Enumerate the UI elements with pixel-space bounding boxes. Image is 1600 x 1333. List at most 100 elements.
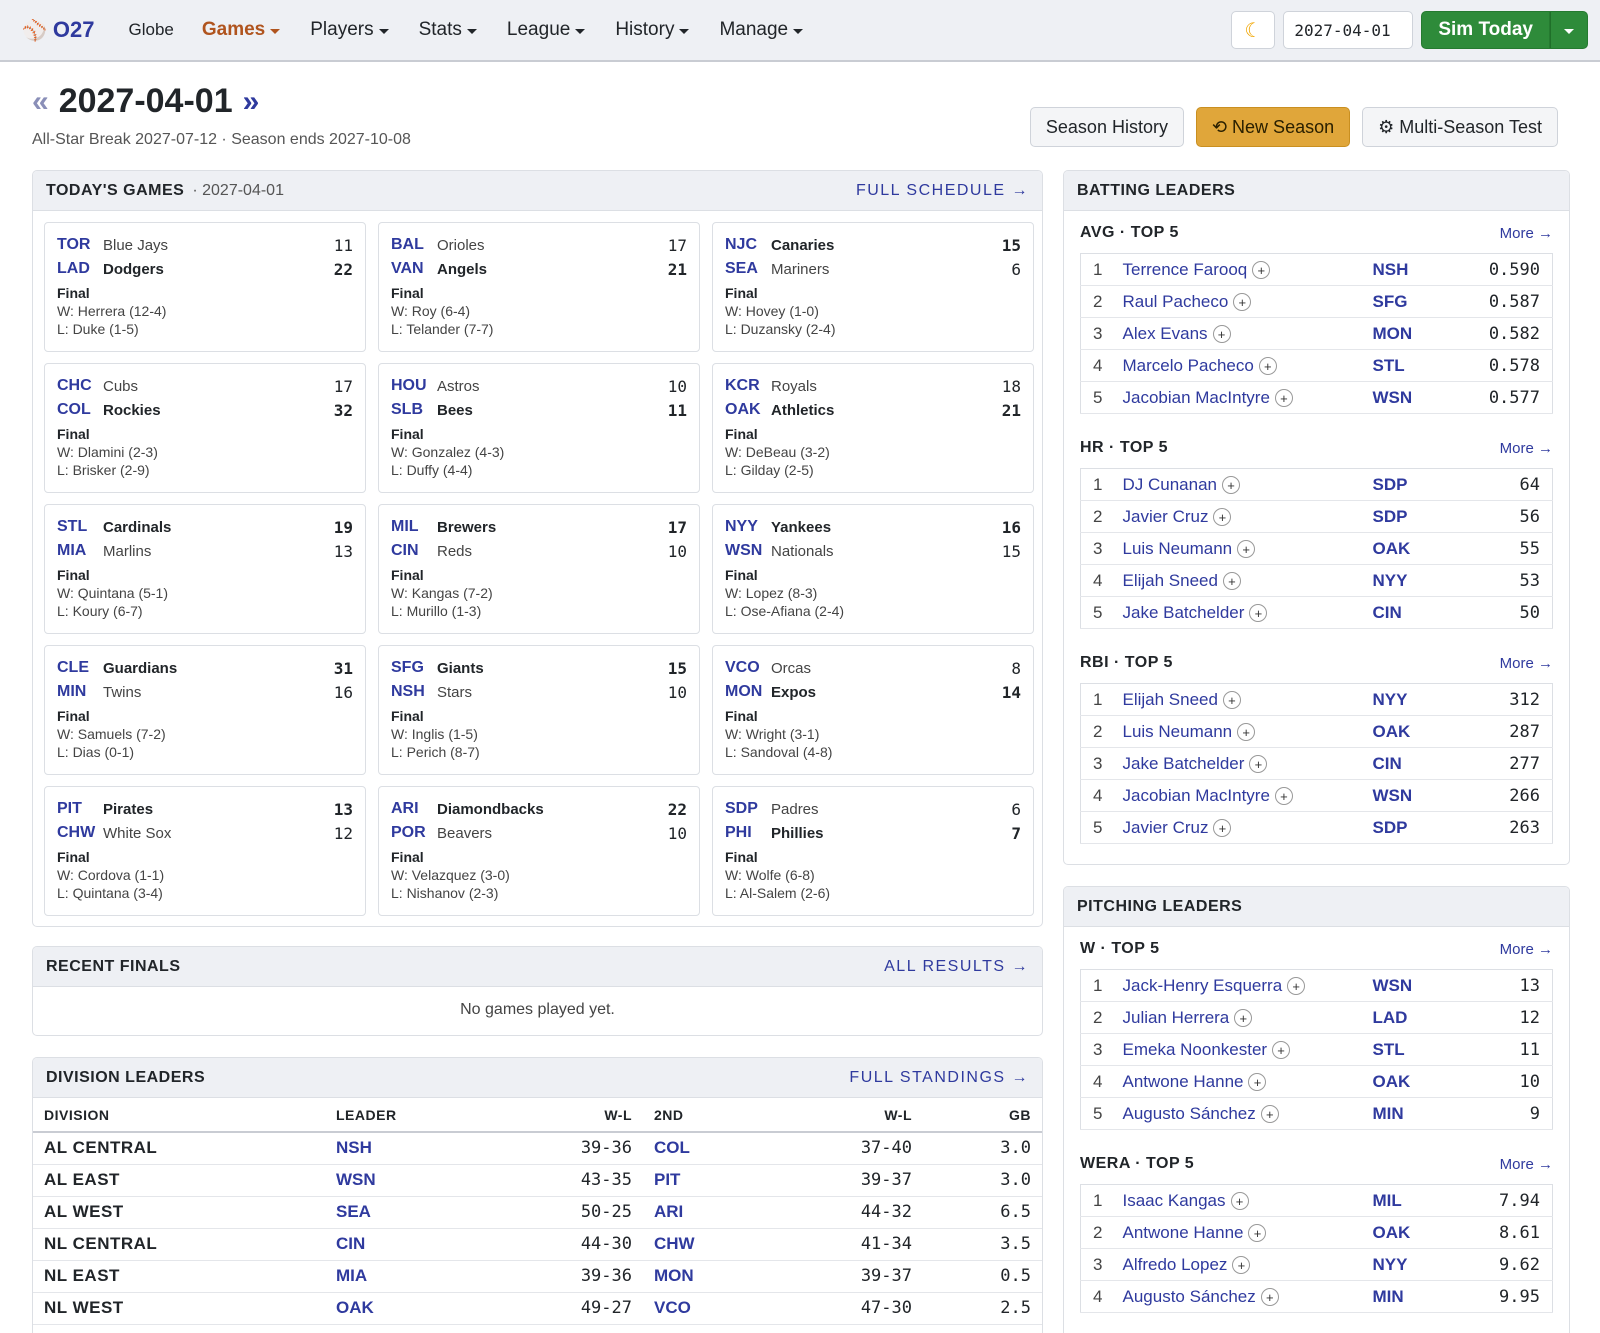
game-card[interactable]: SFG Giants 15 NSH Stars 10 Final W: Inglis (1-5…: [378, 645, 700, 775]
add-player-icon[interactable]: +: [1248, 1073, 1267, 1092]
more-link[interactable]: More →: [1500, 655, 1553, 672]
player-link[interactable]: Alex Evans: [1123, 324, 1208, 343]
more-link[interactable]: More →: [1500, 225, 1553, 242]
team-abbr-link[interactable]: NYY: [725, 518, 771, 536]
leader-team-link[interactable]: NSH: [325, 1132, 465, 1165]
sim-date-input[interactable]: 2027-04-01: [1283, 11, 1414, 49]
player-team-link[interactable]: WSN: [1372, 381, 1463, 414]
player-team-link[interactable]: SDP: [1372, 811, 1463, 844]
game-card[interactable]: NJC Canaries 15 SEA Mariners 6 Final W: Hovey (…: [712, 222, 1034, 352]
player-link[interactable]: Elijah Sneed: [1123, 571, 1218, 590]
player-team-link[interactable]: SDP: [1372, 468, 1463, 501]
player-link[interactable]: Emeka Noonkester: [1123, 1040, 1268, 1059]
team-abbr-link[interactable]: COL: [57, 401, 103, 419]
team-abbr-link[interactable]: SEA: [725, 260, 771, 278]
team-abbr-link[interactable]: BAL: [391, 236, 437, 254]
add-player-icon[interactable]: +: [1248, 1224, 1267, 1243]
team-abbr-link[interactable]: OAK: [725, 401, 771, 419]
player-link[interactable]: Javier Cruz: [1123, 818, 1209, 837]
add-player-icon[interactable]: +: [1222, 572, 1241, 591]
more-link[interactable]: More →: [1500, 941, 1553, 958]
game-card[interactable]: HOU Astros 10 SLB Bees 11 Final W: Gonzalez (4-…: [378, 363, 700, 493]
more-link[interactable]: More →: [1500, 440, 1553, 457]
player-link[interactable]: Jake Batchelder: [1123, 603, 1245, 622]
player-link[interactable]: Alfredo Lopez: [1123, 1255, 1228, 1274]
player-link[interactable]: Terrence Farooq: [1123, 260, 1248, 279]
all-results-link[interactable]: ALL RESULTS →: [884, 958, 1029, 976]
game-card[interactable]: NYY Yankees 16 WSN Nationals 15 Final W: Lopez …: [712, 504, 1034, 634]
leader-team-link[interactable]: WSN: [325, 1164, 465, 1197]
team-abbr-link[interactable]: HOU: [391, 377, 437, 395]
player-team-link[interactable]: MIN: [1372, 1097, 1463, 1130]
team-abbr-link[interactable]: LAD: [57, 260, 103, 278]
second-team-link[interactable]: PIT: [643, 1164, 793, 1197]
player-link[interactable]: Marcelo Pacheco: [1123, 356, 1254, 375]
player-team-link[interactable]: LAD: [1372, 1001, 1463, 1034]
game-card[interactable]: STL Cardinals 19 MIA Marlins 13 Final W: Quinta…: [44, 504, 366, 634]
sim-today-button[interactable]: Sim Today: [1421, 11, 1550, 49]
player-team-link[interactable]: STL: [1372, 349, 1463, 382]
prev-day-link[interactable]: «: [32, 85, 49, 119]
game-card[interactable]: BAL Orioles 17 VAN Angels 21 Final W: Roy (6-4)…: [378, 222, 700, 352]
game-card[interactable]: ARI Diamondbacks 22 POR Beavers 10 Final W: Vel…: [378, 786, 700, 916]
player-team-link[interactable]: WSN: [1372, 969, 1463, 1002]
player-team-link[interactable]: CIN: [1372, 596, 1463, 629]
player-link[interactable]: Antwone Hanne: [1123, 1223, 1244, 1242]
add-player-icon[interactable]: +: [1230, 1192, 1249, 1211]
nav-item-players[interactable]: Players: [310, 19, 389, 41]
add-player-icon[interactable]: +: [1213, 508, 1232, 527]
player-team-link[interactable]: OAK: [1372, 1216, 1463, 1249]
second-team-link[interactable]: CHW: [643, 1228, 793, 1261]
brand-link[interactable]: ⚾ O27: [22, 17, 95, 43]
add-player-icon[interactable]: +: [1272, 1041, 1291, 1060]
team-abbr-link[interactable]: MIN: [57, 683, 103, 701]
sim-options-dropdown[interactable]: [1550, 11, 1588, 49]
add-player-icon[interactable]: +: [1274, 389, 1293, 408]
team-abbr-link[interactable]: ARI: [391, 800, 437, 818]
team-abbr-link[interactable]: PHI: [725, 824, 771, 842]
team-abbr-link[interactable]: CHC: [57, 377, 103, 395]
more-link[interactable]: More →: [1500, 1156, 1553, 1173]
new-season-button[interactable]: ⟲ New Season: [1195, 107, 1351, 147]
team-abbr-link[interactable]: NJC: [725, 236, 771, 254]
add-player-icon[interactable]: +: [1237, 540, 1256, 559]
player-team-link[interactable]: OAK: [1372, 1065, 1463, 1098]
add-player-icon[interactable]: +: [1252, 261, 1271, 280]
player-link[interactable]: Jack-Henry Esquerra: [1123, 976, 1283, 995]
team-abbr-link[interactable]: STL: [57, 518, 103, 536]
team-abbr-link[interactable]: MIA: [57, 542, 103, 560]
add-player-icon[interactable]: +: [1249, 755, 1268, 774]
team-abbr-link[interactable]: CLE: [57, 659, 103, 677]
player-team-link[interactable]: SDP: [1372, 500, 1463, 533]
nav-item-stats[interactable]: Stats: [419, 19, 477, 41]
player-team-link[interactable]: MON: [1372, 317, 1463, 350]
multi-season-test-button[interactable]: ⚙ Multi-Season Test: [1362, 107, 1558, 147]
team-abbr-link[interactable]: MON: [725, 683, 771, 701]
second-team-link[interactable]: VCO: [643, 1292, 793, 1325]
full-standings-link[interactable]: FULL STANDINGS →: [849, 1069, 1029, 1087]
team-abbr-link[interactable]: CIN: [391, 542, 437, 560]
team-abbr-link[interactable]: MIL: [391, 518, 437, 536]
game-card[interactable]: KCR Royals 18 OAK Athletics 21 Final W: DeBeau …: [712, 363, 1034, 493]
player-team-link[interactable]: NSH: [1372, 253, 1463, 286]
add-player-icon[interactable]: +: [1232, 1256, 1251, 1275]
nav-item-games[interactable]: Games: [202, 19, 281, 41]
player-link[interactable]: Elijah Sneed: [1123, 690, 1218, 709]
game-card[interactable]: TOR Blue Jays 11 LAD Dodgers 22 Final W: Herrer…: [44, 222, 366, 352]
player-link[interactable]: Augusto Sánchez: [1123, 1287, 1256, 1306]
team-abbr-link[interactable]: TOR: [57, 236, 103, 254]
add-player-icon[interactable]: +: [1260, 1105, 1279, 1124]
team-abbr-link[interactable]: VCO: [725, 659, 771, 677]
player-team-link[interactable]: NYY: [1372, 1248, 1463, 1281]
leader-team-link[interactable]: OAK: [325, 1292, 465, 1325]
next-day-link[interactable]: »: [243, 85, 260, 119]
leader-team-link[interactable]: MIA: [325, 1260, 465, 1293]
player-link[interactable]: DJ Cunanan: [1123, 475, 1218, 494]
game-card[interactable]: CLE Guardians 31 MIN Twins 16 Final W: Samuels …: [44, 645, 366, 775]
add-player-icon[interactable]: +: [1222, 476, 1241, 495]
second-team-link[interactable]: COL: [643, 1132, 793, 1165]
player-team-link[interactable]: CIN: [1372, 747, 1463, 780]
theme-toggle-button[interactable]: ☾: [1231, 11, 1276, 49]
player-link[interactable]: Jacobian MacIntyre: [1123, 786, 1270, 805]
add-player-icon[interactable]: +: [1212, 325, 1231, 344]
